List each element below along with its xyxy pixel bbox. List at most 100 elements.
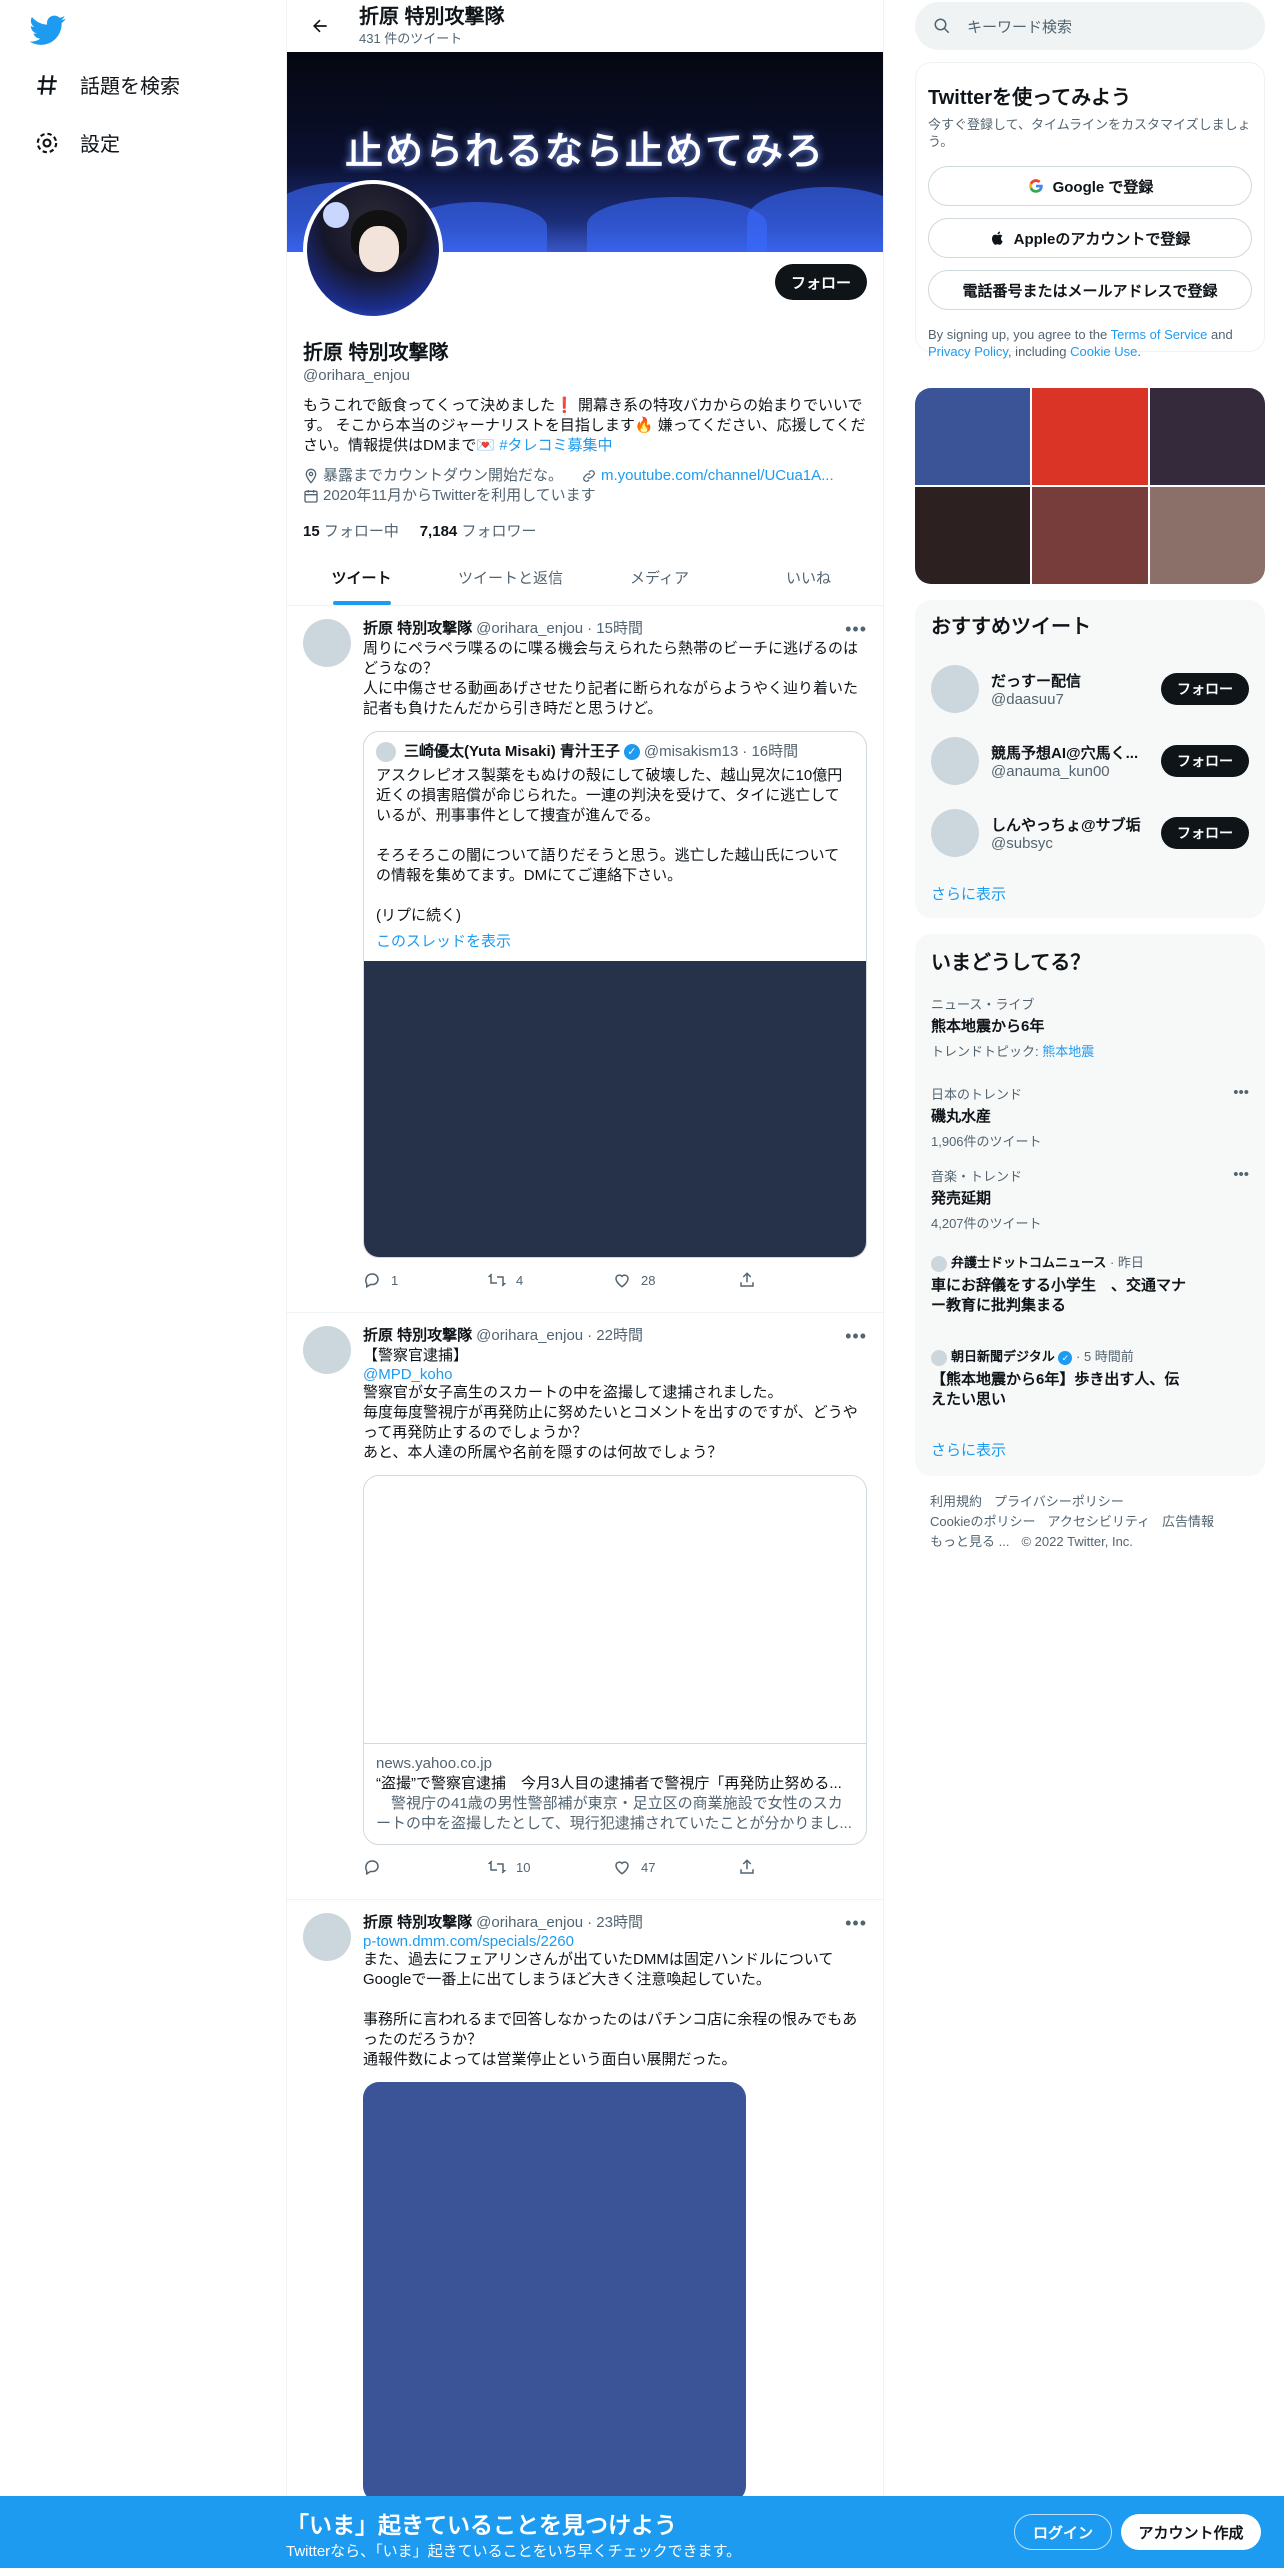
tweet-avatar[interactable] <box>303 1326 351 1374</box>
media-thumbnail[interactable] <box>1149 388 1265 485</box>
tweet[interactable]: ••• 折原 特別攻撃隊 @orihara_enjou · 15時間 周りにペラ… <box>287 607 883 1313</box>
profile-header: 折原 特別攻撃隊 431 件のツイート <box>287 0 883 52</box>
tweet-actions: 10 47 <box>363 1845 867 1889</box>
apple-signup-button[interactable]: Appleのアカウントで登録 <box>928 218 1252 258</box>
tweet[interactable]: ••• 折原 特別攻撃隊 @orihara_enjou · 22時間 【警察官逮… <box>287 1314 883 1900</box>
tos-link[interactable]: Terms of Service <box>1111 327 1208 342</box>
phone-email-signup-button[interactable]: 電話番号またはメールアドレスで登録 <box>928 270 1252 310</box>
link-card-image <box>364 1476 866 1744</box>
tweet-avatar[interactable] <box>303 1913 351 1961</box>
tweet-author-name[interactable]: 折原 特別攻撃隊 <box>363 1326 472 1346</box>
follow-button[interactable]: フォロー <box>774 264 867 300</box>
follow-user-button[interactable]: フォロー <box>1161 673 1249 705</box>
tweet-header: 折原 特別攻撃隊 @orihara_enjou · 23時間 <box>363 1913 867 1933</box>
signup-panel: Twitterを使ってみよう 今すぐ登録して、タイムラインをカスタマイズしましょ… <box>915 62 1265 359</box>
tweet-text: また、過去にフェアリンさんが出ていたDMMは固定ハンドルについてGoogleで一… <box>363 1951 858 2068</box>
source-avatar <box>931 1349 947 1366</box>
like-button[interactable]: 47 <box>613 1858 738 1876</box>
trend-item[interactable]: ••• 音楽・トレンド 発売延期 4,207件のツイート <box>931 1166 1249 1232</box>
twitter-logo-icon[interactable] <box>30 12 66 48</box>
trend-topic-link[interactable]: 熊本地震 <box>1042 1044 1094 1059</box>
footer-link[interactable]: Cookieのポリシー <box>930 1514 1035 1529</box>
search-box[interactable]: キーワード検索 <box>915 2 1265 50</box>
tab-media[interactable]: メディア <box>585 550 734 605</box>
reply-button[interactable]: 1 <box>363 1271 488 1289</box>
news-item[interactable]: 朝日新聞デジタル ✓ · 5 時間前 【熊本地震から6年】歩き出す人、伝えたい思… <box>931 1346 1249 1410</box>
tweet-time[interactable]: · 15時間 <box>587 619 643 639</box>
tweet-author-name[interactable]: 折原 特別攻撃隊 <box>363 1913 472 1933</box>
retweet-button[interactable]: 10 <box>488 1858 613 1876</box>
quote-text: アスクレピオス製薬をもぬけの殻にして破壊した、越山晃次に10億円近くの損害賠償が… <box>376 767 843 924</box>
nav-explore[interactable]: 話題を検索 <box>34 70 180 99</box>
tab-likes[interactable]: いいね <box>734 550 883 605</box>
heart-icon <box>615 1861 629 1875</box>
tweet-time[interactable]: · 22時間 <box>587 1326 643 1346</box>
tweet-avatar[interactable] <box>303 619 351 667</box>
tweet-time[interactable]: · 23時間 <box>587 1913 643 1933</box>
more-icon[interactable]: ••• <box>845 619 867 640</box>
profile-avatar[interactable] <box>303 180 443 320</box>
quote-tweet[interactable]: 三崎優太(Yuta Misaki) 青汁王子 ✓ @misakism13 · 1… <box>363 731 867 1258</box>
share-button[interactable] <box>738 1271 863 1289</box>
media-thumbnail[interactable] <box>915 487 1031 584</box>
privacy-link[interactable]: Privacy Policy <box>928 344 1008 359</box>
media-thumbnail[interactable] <box>915 388 1031 485</box>
tab-tweets[interactable]: ツイート <box>287 550 436 605</box>
tweet-link[interactable]: p-town.dmm.com/specials/2260 <box>363 1933 867 1950</box>
more-icon[interactable]: ••• <box>845 1913 867 1934</box>
bio-hashtag-link[interactable]: #タレコミ募集中 <box>499 437 612 454</box>
follow-user-button[interactable]: フォロー <box>1161 745 1249 777</box>
tab-tweets-replies[interactable]: ツイートと返信 <box>436 550 585 605</box>
quote-media[interactable] <box>364 961 866 1257</box>
banner-flame <box>747 187 883 252</box>
banner-text: 止められるなら止めてみろ <box>344 128 825 173</box>
media-grid <box>915 388 1265 584</box>
google-signup-button[interactable]: Google で登録 <box>928 166 1252 206</box>
user-avatar <box>931 737 979 785</box>
followers-count: 7,184 <box>419 523 458 540</box>
tweet[interactable]: ••• 折原 特別攻撃隊 @orihara_enjou · 23時間 p-tow… <box>287 1901 883 2521</box>
profile-url-link[interactable]: m.youtube.com/channel/UCua1A... <box>601 466 834 486</box>
more-icon[interactable]: ••• <box>845 1326 867 1347</box>
quote-time: · 16時間 <box>742 743 799 760</box>
media-thumbnail[interactable] <box>1032 388 1148 485</box>
retweet-button[interactable]: 4 <box>488 1271 613 1289</box>
footer-link[interactable]: プライバシーポリシー <box>994 1494 1124 1509</box>
follow-user-button[interactable]: フォロー <box>1161 817 1249 849</box>
mention-link[interactable]: @MPD_koho <box>363 1366 867 1383</box>
recommended-user[interactable]: しんやっちょ@サブ垢 @subsyc フォロー <box>931 797 1249 869</box>
more-icon[interactable]: ••• <box>1233 1084 1249 1101</box>
following-link[interactable]: 15 フォロー中 <box>303 523 399 540</box>
media-thumbnail[interactable] <box>1032 487 1148 584</box>
create-account-button[interactable]: アカウント作成 <box>1121 2514 1261 2550</box>
header-name: 折原 特別攻撃隊 <box>359 5 505 28</box>
show-more-link[interactable]: さらに表示 <box>931 883 1249 904</box>
tweet-media[interactable] <box>363 2082 746 2502</box>
nav-settings[interactable]: 設定 <box>34 128 120 157</box>
footer-link[interactable]: 利用規約 <box>930 1494 982 1509</box>
like-button[interactable]: 28 <box>613 1271 738 1289</box>
legal-text: , including <box>1007 344 1071 359</box>
login-button[interactable]: ログイン <box>1014 2514 1112 2550</box>
show-thread-link[interactable]: このスレッドを表示 <box>376 930 854 951</box>
tweet-author-name[interactable]: 折原 特別攻撃隊 <box>363 619 472 639</box>
recommended-user[interactable]: だっすー配信 @daasuu7 フォロー <box>931 653 1249 725</box>
cookie-link[interactable]: Cookie Use <box>1070 344 1137 359</box>
media-thumbnail[interactable] <box>1149 487 1265 584</box>
footer-link[interactable]: 広告情報 <box>1162 1514 1214 1529</box>
back-button[interactable] <box>303 9 337 43</box>
news-item[interactable]: 弁護士ドットコムニュース · 昨日 車にお辞儀をする小学生 、交通マナー教育に批… <box>931 1252 1249 1316</box>
profile-column: 折原 特別攻撃隊 431 件のツイート 止められるなら止めてみろ フォロー 折原… <box>286 0 884 2568</box>
reply-button[interactable] <box>363 1858 488 1876</box>
link-card[interactable]: news.yahoo.co.jp “盗撮”で警察官逮捕 今月3人目の逮捕者で警視… <box>363 1475 867 1845</box>
trend-item[interactable]: ••• 日本のトレンド 磯丸水産 1,906件のツイート <box>931 1084 1249 1150</box>
followers-link[interactable]: 7,184 フォロワー <box>420 523 537 540</box>
show-more-link[interactable]: さらに表示 <box>931 1439 1006 1460</box>
more-icon[interactable]: ••• <box>1233 1166 1249 1183</box>
recommended-user[interactable]: 競馬予想AI@穴馬く... @anauma_kun00 フォロー <box>931 725 1249 797</box>
trend-item[interactable]: ニュース・ライブ 熊本地震から6年 トレンドトピック: 熊本地震 <box>931 994 1249 1060</box>
share-button[interactable] <box>738 1858 863 1876</box>
verified-icon: ✓ <box>1058 1350 1073 1365</box>
footer-link[interactable]: アクセシビリティ <box>1047 1514 1150 1529</box>
footer-link[interactable]: もっと見る ... <box>930 1534 1009 1549</box>
